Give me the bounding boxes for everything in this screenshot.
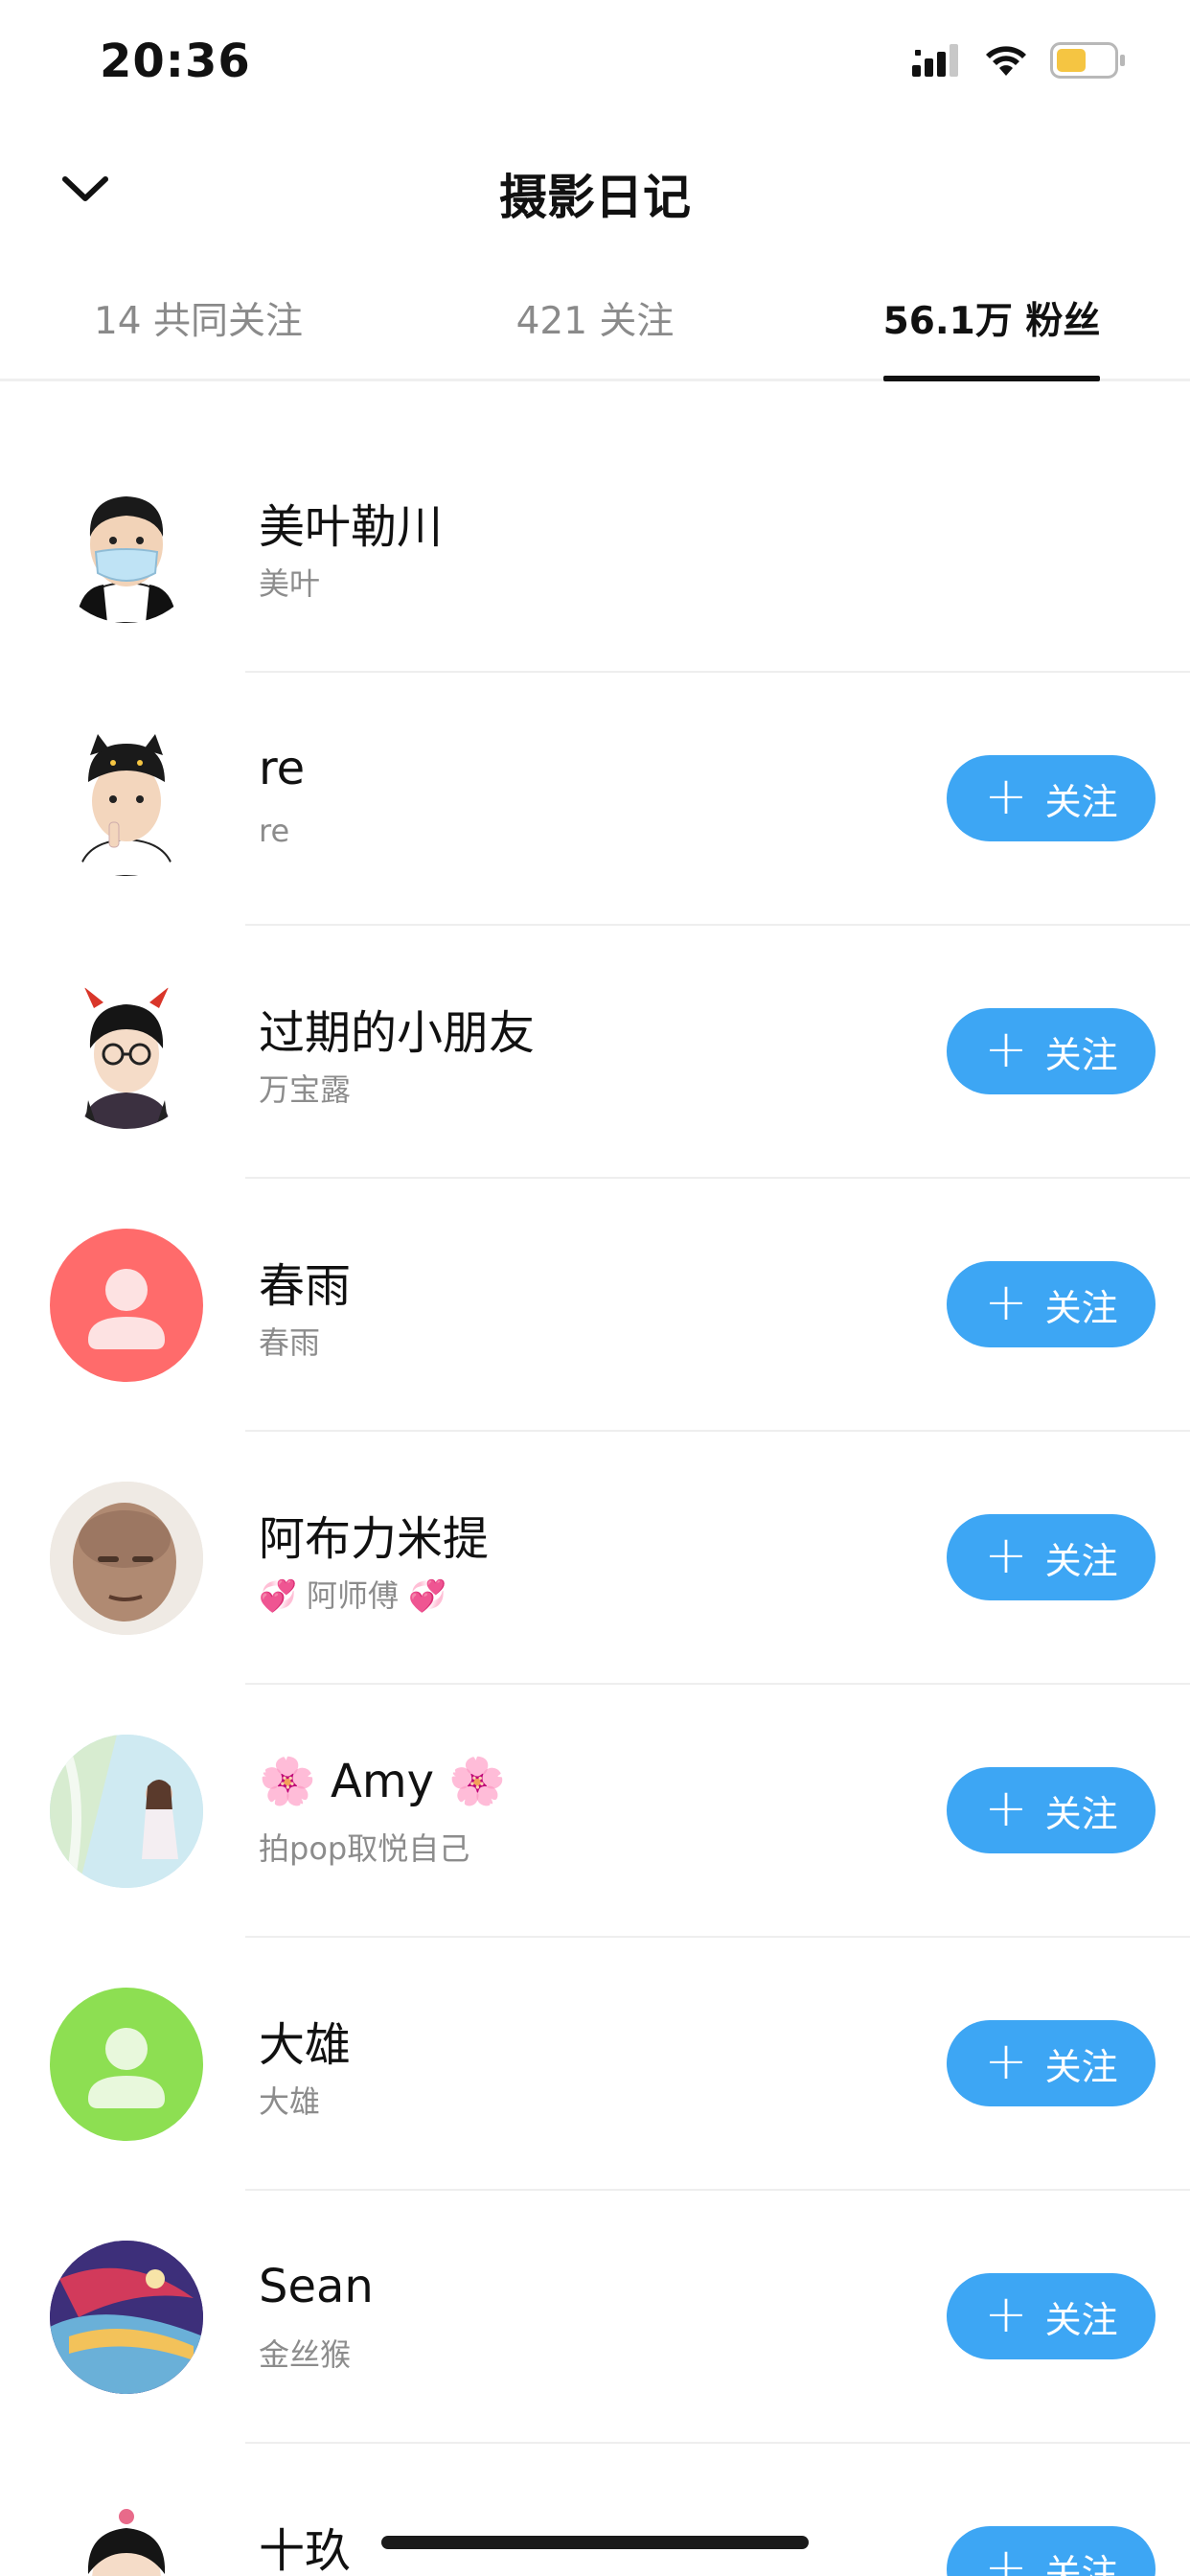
cartoon-boy-mask-avatar-icon [50, 470, 203, 623]
list-item[interactable]: 大雄 大雄 + 关注 [0, 1938, 1190, 2191]
avatar[interactable] [50, 1229, 203, 1382]
follow-button[interactable]: + 关注 [947, 1261, 1156, 1347]
photo-man-avatar-icon [50, 1482, 203, 1635]
page-title: 摄影日记 [499, 170, 691, 225]
user-subtitle: 拍pop取悦自己 [259, 1830, 470, 1867]
plus-icon: + [984, 2284, 1028, 2344]
follower-list: 美叶勒川 美叶 re re + 关注 过期的小朋友 万宝露 + 关注 春雨 春雨… [0, 420, 1190, 2576]
follow-label: 关注 [1044, 2551, 1118, 2576]
battery-icon [1050, 42, 1125, 79]
user-subtitle: re [259, 813, 290, 849]
avatar[interactable] [50, 470, 203, 623]
default-user-icon [88, 2028, 165, 2108]
user-subtitle: 金丝猴 [259, 2336, 352, 2373]
avatar[interactable] [50, 723, 203, 876]
signal-icon [912, 44, 958, 77]
user-name: 过期的小朋友 [259, 1006, 536, 1060]
list-item[interactable]: 🌸 Amy 🌸 拍pop取悦自己 + 关注 [0, 1685, 1190, 1938]
user-name: 大雄 [259, 2018, 352, 2072]
avatar[interactable] [50, 2494, 203, 2576]
follow-button[interactable]: + 关注 [947, 2273, 1156, 2359]
list-item[interactable]: 春雨 春雨 + 关注 [0, 1179, 1190, 1432]
plus-icon: + [984, 2031, 1028, 2091]
tab-following[interactable]: 421 关注 [397, 268, 793, 379]
tab-mutual-following[interactable]: 14 共同关注 [0, 268, 397, 379]
cartoon-boy-cat-hat-avatar-icon [50, 723, 203, 876]
list-item[interactable]: 过期的小朋友 万宝露 + 关注 [0, 926, 1190, 1179]
follow-label: 关注 [1044, 1033, 1118, 1076]
user-subtitle: 美叶 [259, 565, 321, 602]
user-name: 春雨 [259, 1259, 352, 1313]
user-subtitle: 春雨 [259, 1324, 321, 1361]
follow-label: 关注 [1044, 2298, 1118, 2341]
user-name: Sean [259, 2260, 374, 2313]
follow-label: 关注 [1044, 1539, 1118, 1582]
user-name: re [259, 742, 306, 795]
follow-label: 关注 [1044, 780, 1118, 823]
plus-icon: + [984, 1272, 1028, 1332]
follow-button[interactable]: + 关注 [947, 2526, 1156, 2576]
user-name: 🌸 Amy 🌸 [259, 1755, 507, 1808]
follow-button[interactable]: + 关注 [947, 755, 1156, 841]
user-subtitle: 大雄 [259, 2083, 321, 2120]
cartoon-girl-devil-horns-avatar-icon [50, 976, 203, 1129]
avatar[interactable] [50, 1988, 203, 2141]
list-item[interactable]: Sean 金丝猴 + 关注 [0, 2191, 1190, 2444]
user-name: 美叶勒川 [259, 500, 444, 554]
wifi-icon [986, 46, 1026, 76]
status-bar: 20:36 [0, 0, 1190, 129]
list-item[interactable]: re re + 关注 [0, 673, 1190, 926]
user-name: 十玖 [259, 2524, 352, 2576]
follow-label: 关注 [1044, 1792, 1118, 1835]
plus-icon: + [984, 1525, 1028, 1585]
plus-icon: + [984, 1778, 1028, 1838]
colorful-art-avatar-icon [50, 2241, 203, 2394]
avatar[interactable] [50, 1735, 203, 1888]
avatar[interactable] [50, 2241, 203, 2394]
status-time: 20:36 [100, 34, 251, 88]
follow-label: 关注 [1044, 1286, 1118, 1329]
status-icons [912, 42, 1127, 79]
default-user-icon [88, 1269, 165, 1349]
follow-button[interactable]: + 关注 [947, 1008, 1156, 1094]
plus-icon: + [984, 1019, 1028, 1079]
tab-bar: 14 共同关注 421 关注 56.1万 粉丝 [0, 268, 1190, 381]
cartoon-girl-avatar-icon [50, 2494, 203, 2576]
photo-pool-girl-avatar-icon [50, 1735, 203, 1888]
user-subtitle: 万宝露 [259, 1071, 352, 1108]
follow-label: 关注 [1044, 2045, 1118, 2088]
list-item[interactable]: 美叶勒川 美叶 [0, 420, 1190, 673]
plus-icon: + [984, 2537, 1028, 2576]
user-subtitle: 💞 阿师傅 💞 [259, 1577, 447, 1614]
follow-button[interactable]: + 关注 [947, 1767, 1156, 1853]
avatar[interactable] [50, 976, 203, 1129]
list-item[interactable]: 十玖 + 关注 [0, 2444, 1190, 2576]
list-item[interactable]: 阿布力米提 💞 阿师傅 💞 + 关注 [0, 1432, 1190, 1685]
nav-bar: 摄影日记 [0, 134, 1190, 249]
user-name: 阿布力米提 [259, 1512, 490, 1566]
avatar[interactable] [50, 1482, 203, 1635]
plus-icon: + [984, 766, 1028, 826]
follow-button[interactable]: + 关注 [947, 1514, 1156, 1600]
tab-followers[interactable]: 56.1万 粉丝 [793, 268, 1190, 379]
home-indicator[interactable] [381, 2536, 809, 2549]
follow-button[interactable]: + 关注 [947, 2020, 1156, 2106]
